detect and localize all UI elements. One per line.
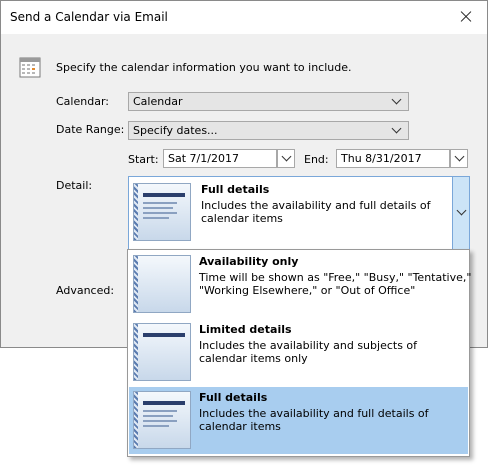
availability-only-thumbnail: [133, 255, 191, 313]
calendar-label: Calendar:: [56, 95, 109, 108]
limited-details-thumbnail: [133, 323, 191, 381]
option-limited-details[interactable]: Limited details Includes the availabilit…: [129, 319, 468, 386]
option-desc: Includes the availability and full detai…: [199, 407, 429, 433]
date-range-select[interactable]: Specify dates...: [128, 121, 409, 140]
detail-dropdown-button[interactable]: [452, 176, 470, 250]
start-date-field[interactable]: Sat 7/1/2017: [163, 149, 277, 168]
title-bar: Send a Calendar via Email: [1, 1, 487, 34]
full-details-thumbnail: [133, 183, 191, 241]
end-label: End:: [304, 153, 329, 166]
detail-select[interactable]: Full details Includes the availability a…: [128, 176, 470, 250]
date-range-value: Specify dates...: [133, 124, 218, 137]
chevron-down-icon: [456, 205, 467, 216]
dialog-title: Send a Calendar via Email: [10, 10, 168, 24]
full-details-thumbnail: [133, 391, 191, 449]
chevron-down-icon: [391, 94, 402, 105]
start-label: Start:: [128, 153, 159, 166]
option-desc: Time will be shown as "Free," "Busy," "T…: [199, 271, 472, 297]
chevron-down-icon: [391, 123, 402, 134]
advanced-label: Advanced:: [56, 284, 115, 297]
end-date-dropdown-button[interactable]: [450, 149, 468, 168]
detail-label: Detail:: [56, 179, 93, 192]
detail-selected-desc: Includes the availability and full detai…: [201, 199, 431, 225]
calendar-value: Calendar: [133, 95, 183, 108]
calendar-select[interactable]: Calendar: [128, 92, 409, 111]
option-availability-only[interactable]: Availability only Time will be shown as …: [129, 251, 471, 318]
detail-selected-title: Full details: [201, 183, 270, 196]
chevron-down-icon: [281, 151, 292, 162]
option-full-details[interactable]: Full details Includes the availability a…: [129, 387, 468, 454]
start-date-value: Sat 7/1/2017: [168, 152, 239, 165]
intro-text: Specify the calendar information you wan…: [56, 61, 352, 74]
close-icon[interactable]: [453, 6, 479, 28]
calendar-icon: [19, 57, 41, 78]
end-date-value: Thu 8/31/2017: [341, 152, 422, 165]
option-desc: Includes the availability and subjects o…: [199, 339, 418, 365]
detail-dropdown-list: Availability only Time will be shown as …: [127, 249, 471, 457]
end-date-field[interactable]: Thu 8/31/2017: [336, 149, 450, 168]
option-title: Availability only: [199, 255, 299, 268]
start-date-dropdown-button[interactable]: [277, 149, 295, 168]
chevron-down-icon: [454, 151, 465, 162]
option-title: Full details: [199, 391, 268, 404]
date-range-label: Date Range:: [56, 123, 125, 136]
option-title: Limited details: [199, 323, 292, 336]
